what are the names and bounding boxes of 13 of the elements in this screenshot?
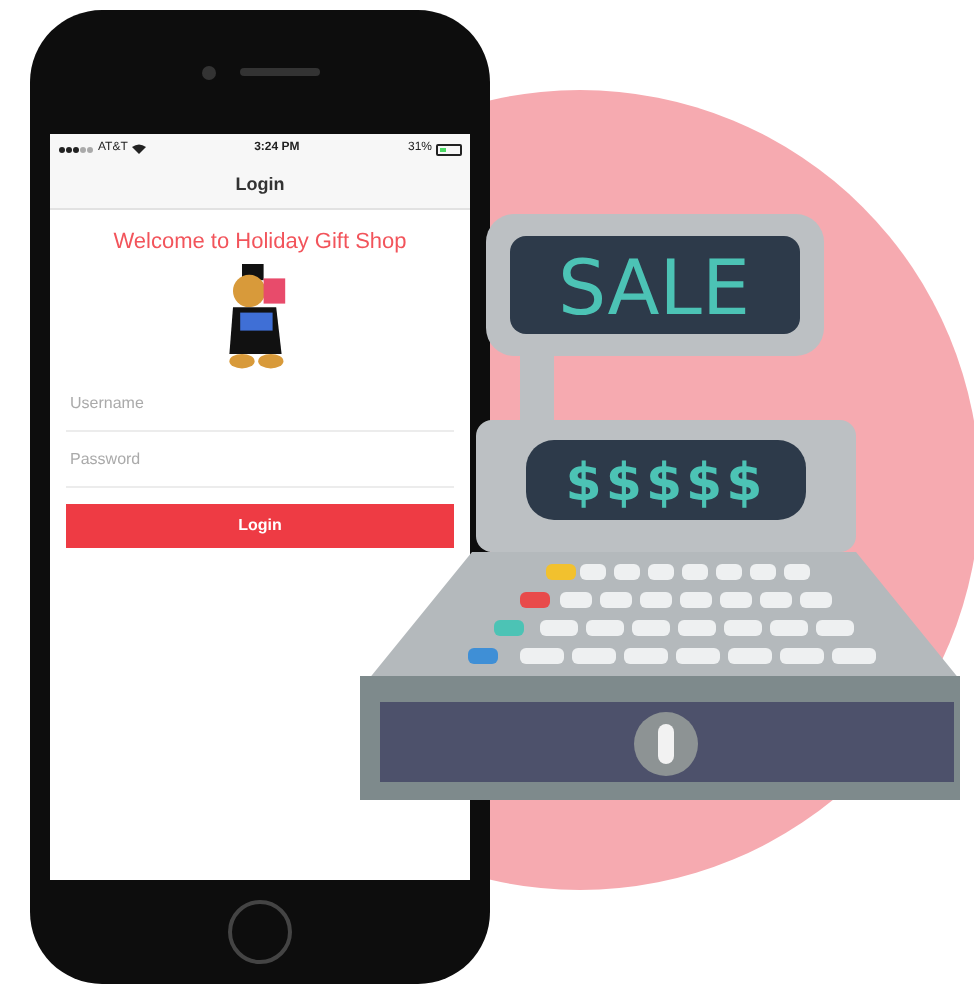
input-field[interactable]: Username: [66, 375, 454, 431]
home-button[interactable]: [228, 900, 292, 964]
price-display: $$$$$: [526, 440, 806, 520]
input-field[interactable]: Password: [66, 431, 454, 487]
login-button[interactable]: Login: [66, 503, 454, 547]
nav-title: Login: [235, 172, 285, 199]
welcome-heading: Welcome to Holiday Gift Shop: [113, 228, 407, 258]
camera-icon: [201, 65, 215, 79]
battery-icon: [436, 143, 462, 155]
signal-icon: [58, 145, 94, 153]
sale-sign: SALE: [510, 236, 800, 334]
speaker-icon: [239, 68, 319, 76]
wifi-icon: [131, 144, 146, 154]
